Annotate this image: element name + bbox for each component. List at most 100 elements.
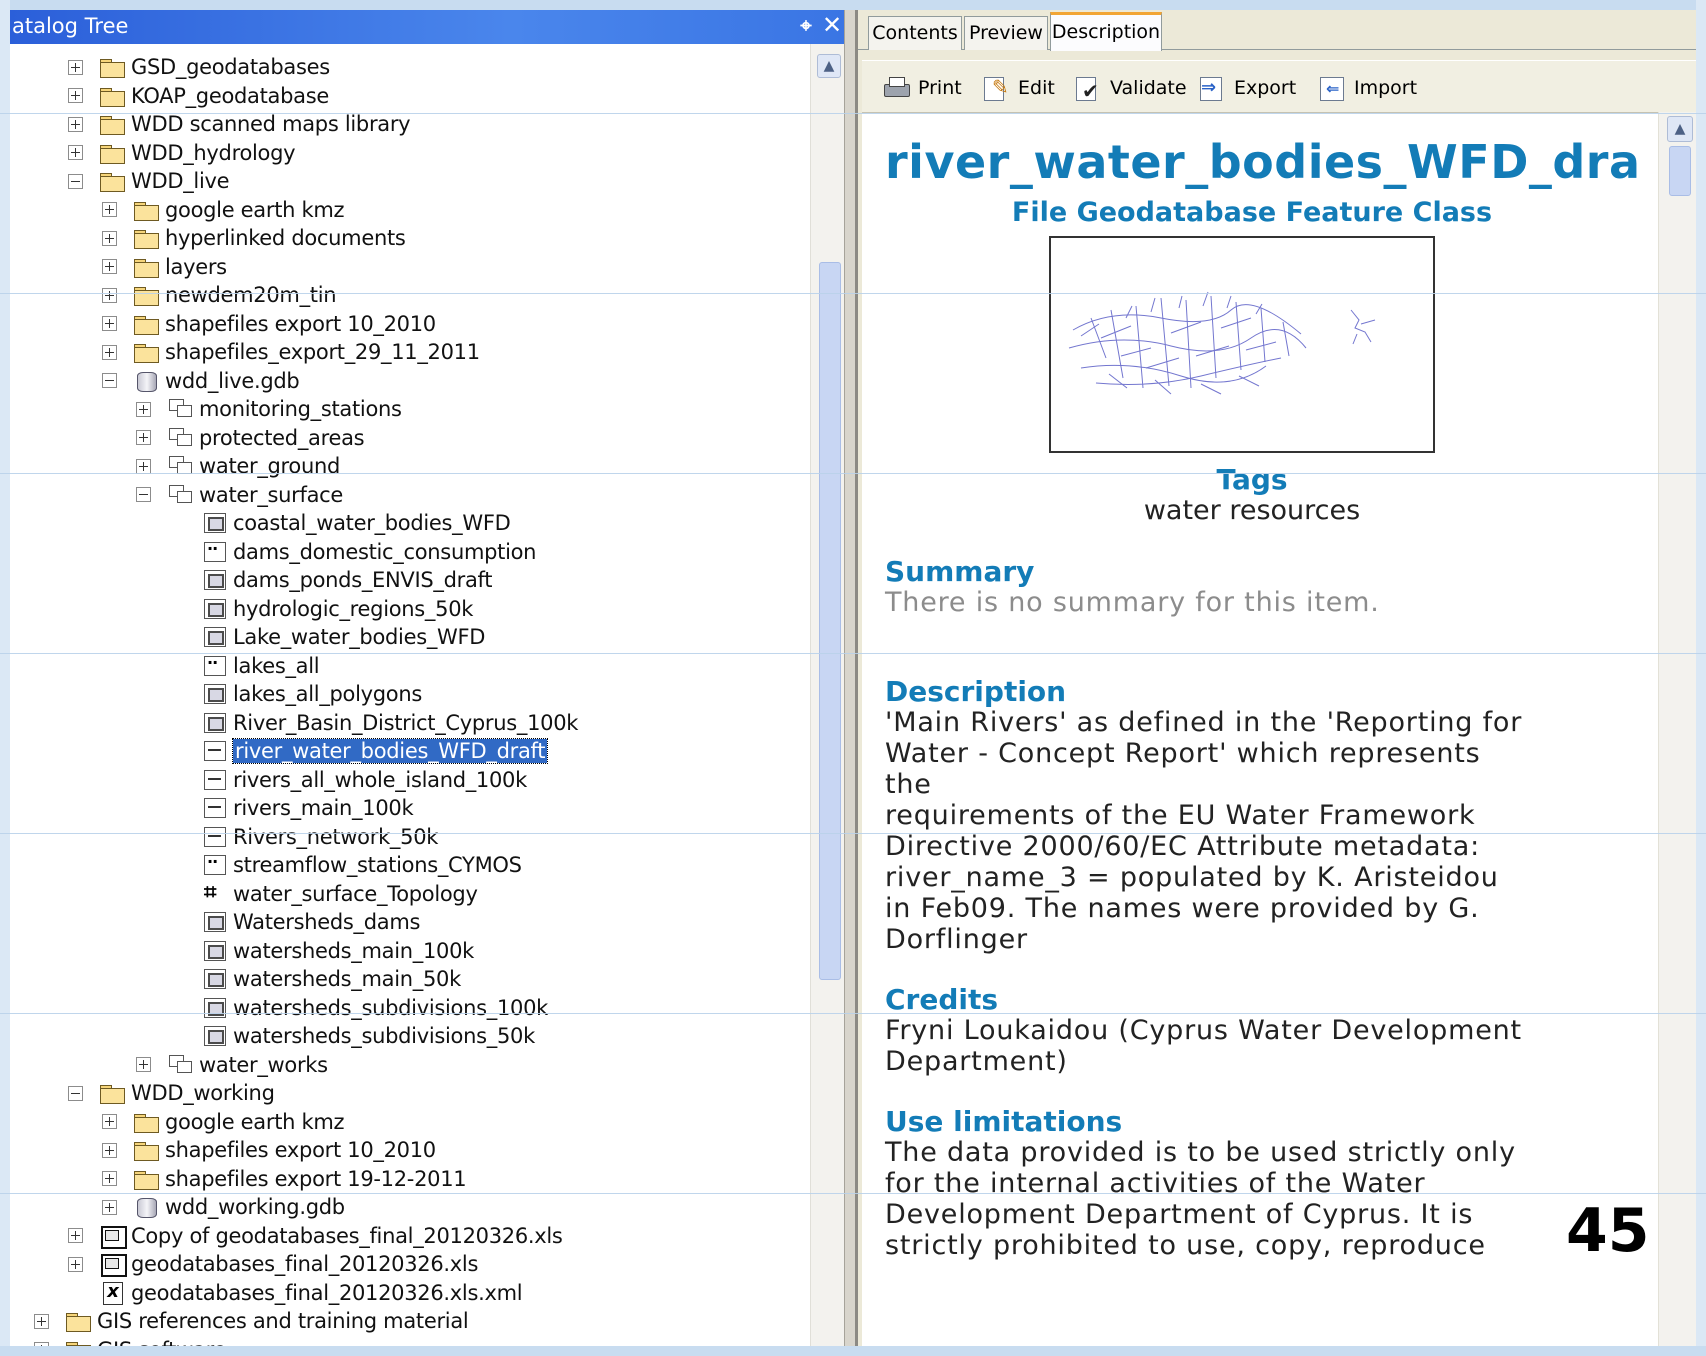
expand-plus-icon[interactable] <box>102 316 117 331</box>
expand-plus-icon[interactable] <box>68 116 83 132</box>
tree-item[interactable]: geodatabases_final_20120326.xls <box>68 1250 478 1278</box>
tree-scroll-thumb[interactable] <box>819 262 841 980</box>
expand-plus-icon[interactable] <box>102 287 117 303</box>
expand-plus-icon[interactable] <box>102 230 117 246</box>
expand-plus-icon[interactable] <box>102 259 117 274</box>
edit-button[interactable]: Edit <box>982 73 1055 103</box>
tab-contents[interactable]: Contents <box>868 16 962 50</box>
expand-plus-icon[interactable] <box>34 1313 49 1329</box>
tree-item[interactable]: hydrologic_regions_50k <box>170 595 473 623</box>
expand-plus-icon[interactable] <box>102 202 117 217</box>
pin-icon[interactable]: ⌖ <box>796 13 816 39</box>
collapse-minus-icon[interactable] <box>68 173 83 189</box>
tree-item[interactable]: monitoring_stations <box>136 395 402 423</box>
tree-item[interactable]: Watersheds_dams <box>170 908 420 936</box>
tree-item[interactable]: newdem20m_tin <box>102 281 337 309</box>
validate-check-icon <box>1074 75 1102 103</box>
tree-item[interactable]: watersheds_subdivisions_100k <box>170 994 548 1022</box>
tree-item[interactable]: water_works <box>136 1051 328 1079</box>
collapse-minus-icon[interactable] <box>68 1085 83 1101</box>
tree-item[interactable]: GIS references and training material <box>34 1307 469 1335</box>
tree-item[interactable]: WDD scanned maps library <box>68 110 411 138</box>
expand-plus-icon[interactable] <box>136 458 151 474</box>
expand-plus-icon[interactable] <box>136 430 151 445</box>
import-button[interactable]: Import <box>1318 73 1417 103</box>
tree-item[interactable]: dams_ponds_ENVIS_draft <box>170 566 493 594</box>
print-label: Print <box>918 77 962 99</box>
slide-rule-line <box>0 653 1706 654</box>
tab-preview[interactable]: Preview <box>964 16 1048 50</box>
tree-item[interactable]: River_Basin_District_Cyprus_100k <box>170 709 578 737</box>
tree-item[interactable]: river_water_bodies_WFD_draft <box>170 737 549 765</box>
slide-background-top <box>0 0 1706 10</box>
tree-item[interactable]: hyperlinked documents <box>102 224 406 252</box>
tree-item[interactable]: shapefiles_export_29_11_2011 <box>102 338 480 366</box>
tree-item[interactable]: watersheds_main_100k <box>170 937 474 965</box>
collapse-minus-icon[interactable] <box>102 373 117 388</box>
pane-splitter[interactable] <box>844 10 858 1346</box>
tree-item[interactable]: wdd_live.gdb <box>102 367 300 395</box>
expand-plus-icon[interactable] <box>68 145 83 160</box>
expand-plus-icon[interactable] <box>102 344 117 360</box>
expand-plus-icon[interactable] <box>102 1199 117 1215</box>
expand-plus-icon[interactable] <box>34 1342 49 1346</box>
tree-item[interactable]: google earth kmz <box>102 196 345 224</box>
slide-rule-line <box>0 113 1706 114</box>
tree-item[interactable]: Rivers_network_50k <box>170 823 438 851</box>
use-limitations-line: The data provided is to be used strictly… <box>885 1137 1516 1168</box>
tree-item[interactable]: WDD_working <box>68 1079 275 1107</box>
tree-item[interactable]: wdd_working.gdb <box>102 1193 345 1221</box>
scroll-up-arrow-icon[interactable]: ▲ <box>817 54 841 78</box>
tree-item[interactable]: rivers_main_100k <box>170 794 414 822</box>
expand-plus-icon[interactable] <box>102 1142 117 1158</box>
tree-item-label: water_works <box>199 1052 328 1077</box>
tree-item[interactable]: water_surface <box>136 481 343 509</box>
close-icon[interactable]: ✕ <box>820 11 844 39</box>
export-button[interactable]: Export <box>1198 73 1296 103</box>
tree-item[interactable]: dams_domestic_consumption <box>170 538 536 566</box>
tree-item[interactable]: shapefiles export 10_2010 <box>102 1136 436 1164</box>
tree-item[interactable]: shapefiles export 10_2010 <box>102 310 436 338</box>
tree-item[interactable]: water_ground <box>136 452 340 480</box>
tree-item[interactable]: shapefiles export 19-12-2011 <box>102 1165 467 1193</box>
tree-item[interactable]: protected_areas <box>136 424 365 452</box>
tree-item[interactable]: KOAP_geodatabase <box>68 82 329 110</box>
tree-item[interactable]: Copy of geodatabases_final_20120326.xls <box>68 1222 563 1250</box>
tree-item[interactable]: WDD_live <box>68 167 230 195</box>
tree-item[interactable]: streamflow_stations_CYMOS <box>170 851 522 879</box>
validate-button[interactable]: Validate <box>1074 73 1187 103</box>
expand-plus-icon[interactable] <box>68 59 83 75</box>
collapse-minus-icon[interactable] <box>136 487 151 502</box>
scroll-up-arrow-icon[interactable]: ▲ <box>1667 116 1693 142</box>
tree-item[interactable]: geodatabases_final_20120326.xls.xml <box>68 1279 523 1307</box>
expand-plus-icon[interactable] <box>136 401 151 417</box>
tree-item[interactable]: watersheds_main_50k <box>170 965 461 993</box>
expand-plus-icon[interactable] <box>102 1171 117 1186</box>
tree-item[interactable]: coastal_water_bodies_WFD <box>170 509 511 537</box>
description-scroll-thumb[interactable] <box>1669 146 1691 196</box>
tree-item[interactable]: watersheds_subdivisions_50k <box>170 1022 535 1050</box>
tree-item[interactable]: water_surface_Topology <box>170 880 478 908</box>
tab-description[interactable]: Description <box>1050 12 1162 51</box>
tree-item[interactable]: GIS software <box>34 1336 226 1346</box>
expand-plus-icon[interactable] <box>68 1256 83 1272</box>
expand-plus-icon[interactable] <box>68 1228 83 1243</box>
tree-item[interactable]: lakes_all_polygons <box>170 680 422 708</box>
description-scrollbar[interactable]: ▲ <box>1658 112 1696 1346</box>
tree-item[interactable]: WDD_hydrology <box>68 139 296 167</box>
expand-plus-icon[interactable] <box>68 88 83 103</box>
tree-item[interactable]: layers <box>102 253 227 281</box>
print-button[interactable]: Print <box>882 73 962 103</box>
tree-item[interactable]: GSD_geodatabases <box>68 53 330 81</box>
tree-item[interactable]: lakes_all <box>170 652 320 680</box>
import-icon <box>1318 75 1346 101</box>
tree-item[interactable]: google earth kmz <box>102 1108 345 1136</box>
description-line: river_name_3 = populated by K. Aristeido… <box>885 862 1499 893</box>
credits-line: Department) <box>885 1046 1068 1077</box>
tree-scrollbar[interactable]: ▲ <box>810 44 844 1346</box>
tree-item[interactable]: rivers_all_whole_island_100k <box>170 766 527 794</box>
tree-item-label: wdd_working.gdb <box>165 1195 345 1219</box>
expand-plus-icon[interactable] <box>102 1114 117 1129</box>
expand-plus-icon[interactable] <box>136 1057 151 1072</box>
tree-item[interactable]: Lake_water_bodies_WFD <box>170 623 485 651</box>
